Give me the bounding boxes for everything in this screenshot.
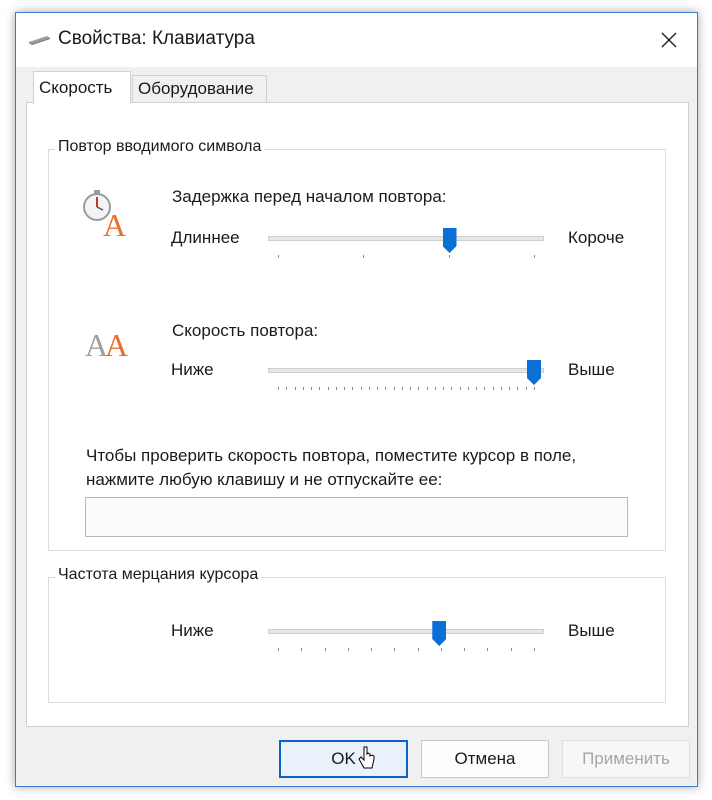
rate-label: Скорость повтора: xyxy=(172,321,319,340)
rate-slider-tick xyxy=(294,387,296,390)
blink-slider-tick xyxy=(487,648,489,651)
cancel-button[interactable]: Отмена xyxy=(421,740,549,778)
rate-slider-tick xyxy=(393,387,395,390)
blink-slider-tick xyxy=(534,648,535,651)
rate-slider-tick xyxy=(385,387,387,390)
rate-min-label: Ниже xyxy=(171,360,214,379)
rate-slider-tick xyxy=(418,387,420,390)
rate-slider-tick xyxy=(311,387,313,390)
delay-slider-thumb[interactable] xyxy=(442,228,457,253)
stopwatch-letter-icon: A xyxy=(81,188,131,245)
svg-text:A: A xyxy=(105,327,128,362)
delay-slider-track xyxy=(268,236,544,241)
blink-slider-tick xyxy=(464,648,466,651)
rate-slider-tick xyxy=(360,387,362,390)
rate-slider-tick xyxy=(484,387,486,390)
blink-slider-thumb[interactable] xyxy=(432,621,447,646)
delay-slider-tick xyxy=(534,255,535,258)
blink-slider[interactable] xyxy=(268,621,544,651)
blink-min-label: Ниже xyxy=(171,621,214,640)
repeat-test-input[interactable] xyxy=(85,497,628,537)
rate-slider-tick xyxy=(467,387,469,390)
rate-slider-tick xyxy=(517,387,519,390)
delay-label: Задержка перед началом повтора: xyxy=(172,187,447,206)
delay-slider-tick xyxy=(363,255,365,258)
rate-slider-tick xyxy=(534,387,535,390)
tab-hardware[interactable]: Оборудование xyxy=(132,75,267,103)
rate-slider-tick xyxy=(327,387,329,390)
svg-text:A: A xyxy=(103,207,126,240)
rate-slider-tick xyxy=(410,387,412,390)
rate-slider-tick xyxy=(377,387,379,390)
rate-max-label: Выше xyxy=(568,360,615,379)
blink-slider-tick xyxy=(417,648,419,651)
blink-slider-tick xyxy=(394,648,396,651)
rate-slider-tick xyxy=(476,387,478,390)
blink-slider-tick xyxy=(510,648,512,651)
rate-slider-tick xyxy=(443,387,445,390)
delay-slider[interactable] xyxy=(268,228,544,258)
delay-slider-tick xyxy=(448,255,450,258)
ok-button[interactable]: OK xyxy=(279,740,408,778)
rate-slider-tick xyxy=(286,387,288,390)
rate-slider-tick xyxy=(278,387,279,390)
rate-slider-tick xyxy=(434,387,436,390)
delay-min-label: Длиннее xyxy=(171,228,240,247)
close-icon xyxy=(661,32,677,48)
blink-slider-tick xyxy=(324,648,326,651)
test-instruction-line1: Чтобы проверить скорость повтора, помест… xyxy=(86,446,577,465)
rate-slider-tick xyxy=(451,387,453,390)
blink-slider-tick xyxy=(371,648,373,651)
rate-slider[interactable] xyxy=(268,360,544,390)
rate-slider-tick xyxy=(401,387,403,390)
blink-slider-tick xyxy=(301,648,303,651)
delay-slider-tick xyxy=(278,255,279,258)
title-bar: Свойства: Клавиатура xyxy=(16,13,697,67)
tab-panel-speed: Повтор вводимого символа A Задержка пере… xyxy=(26,102,689,727)
rate-slider-tick xyxy=(509,387,511,390)
tab-speed[interactable]: Скорость xyxy=(33,71,131,104)
blink-slider-tick xyxy=(347,648,349,651)
repeat-groupbox: Повтор вводимого символа A Задержка пере… xyxy=(48,138,666,551)
blink-groupbox: Частота мерцания курсора Ниже Выше xyxy=(48,566,666,703)
rate-slider-tick xyxy=(344,387,346,390)
blink-max-label: Выше xyxy=(568,621,615,640)
keyboard-properties-dialog: Свойства: Клавиатура Скорость Оборудован… xyxy=(15,12,698,787)
rate-slider-tick xyxy=(335,387,337,390)
rate-slider-tick xyxy=(492,387,494,390)
rate-slider-track xyxy=(268,368,544,373)
mouse-pointer-icon xyxy=(358,746,376,777)
close-button[interactable] xyxy=(641,13,697,67)
rate-slider-tick xyxy=(525,387,527,390)
rate-slider-tick xyxy=(302,387,304,390)
window-title: Свойства: Клавиатура xyxy=(58,28,255,49)
rate-slider-tick xyxy=(459,387,461,390)
rate-slider-tick xyxy=(500,387,502,390)
delay-max-label: Короче xyxy=(568,228,625,247)
repeat-group-title: Повтор вводимого символа xyxy=(55,138,265,156)
rate-slider-thumb[interactable] xyxy=(527,360,541,385)
rate-slider-tick xyxy=(368,387,370,390)
rate-slider-tick xyxy=(352,387,354,390)
rate-slider-tick xyxy=(426,387,428,390)
blink-slider-track xyxy=(268,629,544,634)
test-instruction-line2: нажмите любую клавишу и не отпускайте ее… xyxy=(86,470,443,489)
double-letter-icon: A A xyxy=(85,322,135,367)
blink-group-title: Частота мерцания курсора xyxy=(55,566,262,584)
apply-button[interactable]: Применить xyxy=(562,740,690,778)
blink-slider-tick xyxy=(440,648,442,651)
blink-slider-tick xyxy=(278,648,279,651)
rate-slider-tick xyxy=(319,387,321,390)
keyboard-icon xyxy=(27,33,51,51)
